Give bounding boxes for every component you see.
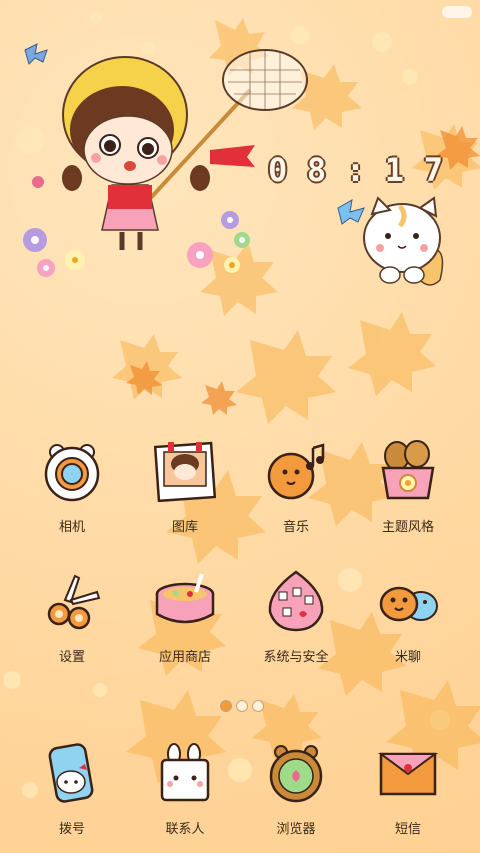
app-browser[interactable]: 浏览器 — [256, 742, 336, 837]
page-indicator[interactable] — [220, 700, 264, 712]
phone-icon — [41, 742, 103, 804]
chat-icon — [377, 570, 439, 632]
app-label: 应用商店 — [158, 650, 211, 665]
app-label: 系统与安全 — [263, 650, 329, 665]
clock-separator: : — [345, 151, 366, 189]
settings-icon — [41, 570, 103, 632]
page-dot[interactable] — [252, 700, 264, 712]
app-label: 主题风格 — [381, 520, 434, 535]
gallery-icon — [153, 440, 217, 503]
music-icon — [265, 440, 327, 502]
app-contacts[interactable]: 联系人 — [145, 742, 225, 837]
clock-minute-ones: 7 — [423, 151, 443, 189]
clock-minute-tens: 1 — [384, 151, 405, 189]
app-camera[interactable]: 相机 — [32, 440, 112, 535]
app-security[interactable]: 系统与安全 — [256, 570, 336, 665]
contacts-icon — [154, 742, 216, 804]
app-label: 图库 — [171, 520, 198, 535]
app-label: 拨号 — [58, 822, 85, 837]
app-messages[interactable]: 短信 — [368, 742, 448, 837]
cat-illustration — [363, 196, 444, 286]
security-icon — [265, 570, 327, 632]
app-label: 联系人 — [165, 822, 205, 837]
app-label: 音乐 — [282, 520, 309, 535]
battery-indicator — [442, 6, 472, 18]
app-store[interactable]: 应用商店 — [145, 570, 225, 665]
theme-icon — [377, 440, 439, 502]
app-chat[interactable]: 米聊 — [368, 570, 448, 665]
app-gallery[interactable]: 图库 — [145, 440, 225, 535]
app-theme[interactable]: 主题风格 — [368, 440, 448, 535]
app-label: 设置 — [58, 650, 85, 665]
page-dot[interactable] — [220, 700, 232, 712]
camera-icon — [41, 440, 103, 502]
clock-widget[interactable]: 0 8 : 1 7 — [268, 150, 443, 190]
browser-icon — [265, 742, 327, 804]
clock-hour-ones: 8 — [306, 151, 327, 189]
app-store-icon — [154, 570, 216, 632]
page-dot[interactable] — [236, 700, 248, 712]
app-music[interactable]: 音乐 — [256, 440, 336, 535]
app-phone[interactable]: 拨号 — [32, 742, 112, 837]
app-label: 短信 — [394, 822, 421, 837]
messages-icon — [377, 742, 439, 804]
app-settings[interactable]: 设置 — [32, 570, 112, 665]
clock-hour-tens: 0 — [268, 151, 288, 189]
app-label: 米聊 — [394, 650, 421, 665]
app-label: 相机 — [58, 520, 85, 535]
app-label: 浏览器 — [276, 822, 316, 837]
